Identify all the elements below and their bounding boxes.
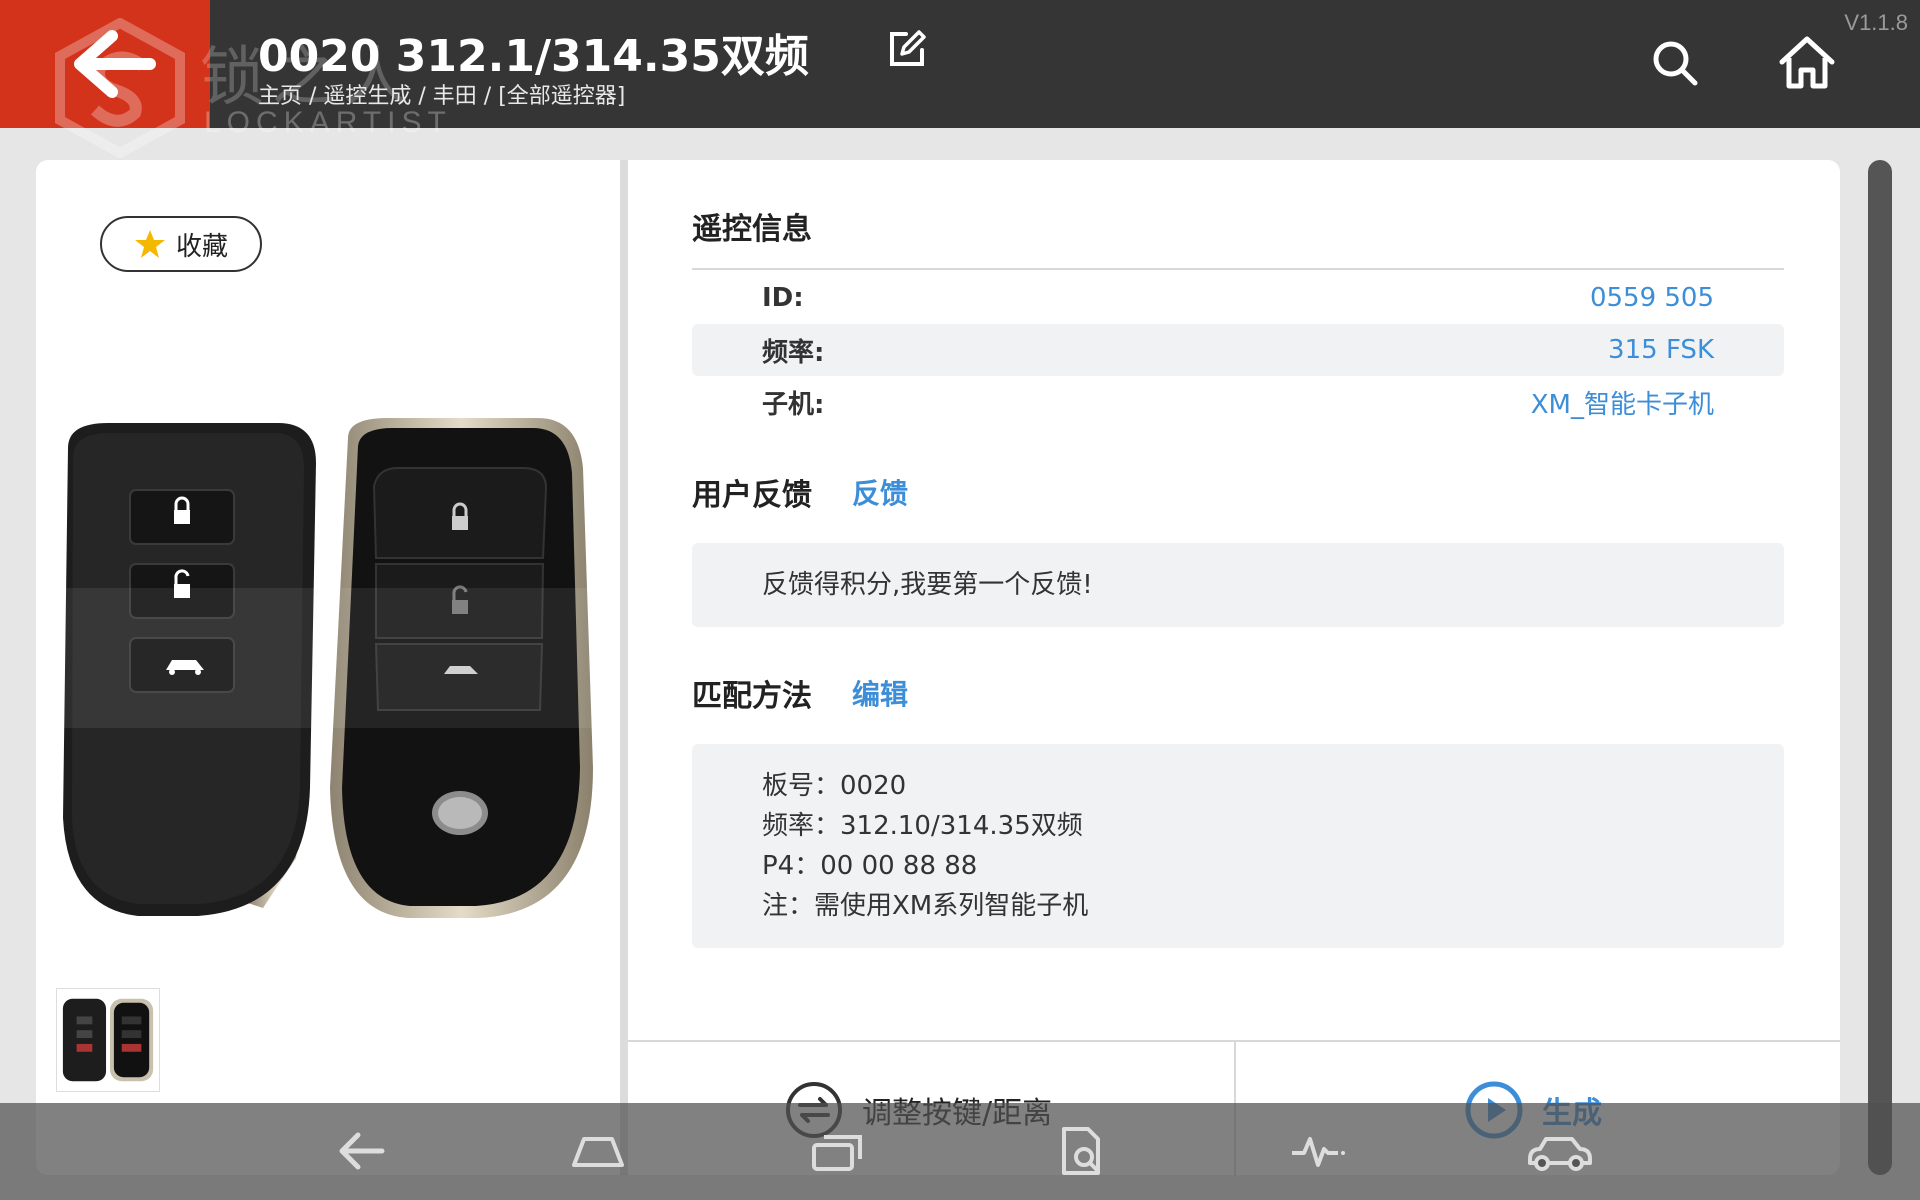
lockartist-watermark-logo bbox=[55, 18, 185, 158]
method-line: 频率：312.10/314.35双频 bbox=[762, 811, 1083, 841]
home-icon[interactable] bbox=[1778, 34, 1836, 90]
remote-key-image bbox=[48, 388, 608, 948]
panel-divider bbox=[620, 160, 628, 1175]
version-label: V1.1.8 bbox=[1844, 10, 1908, 35]
nav-waveform-icon[interactable] bbox=[1290, 1125, 1346, 1177]
nav-back-icon[interactable] bbox=[334, 1125, 390, 1177]
breadcrumb: 主页 / 遥控生成 / 丰田 / [全部遥控器] bbox=[258, 84, 626, 109]
remote-info-title: 遥控信息 bbox=[692, 212, 812, 247]
star-icon bbox=[134, 230, 165, 258]
info-row-sub-remote: 子机: XM_智能卡子机 bbox=[692, 376, 1784, 428]
match-method-box: 板号：0020 频率：312.10/314.35双频 P4：00 00 88 8… bbox=[692, 744, 1784, 948]
thumbnail-image[interactable] bbox=[56, 988, 160, 1092]
nav-recents-icon[interactable] bbox=[810, 1125, 866, 1177]
feedback-box[interactable]: 反馈得积分,我要第一个反馈! bbox=[692, 543, 1784, 627]
section-divider bbox=[692, 268, 1784, 270]
remote-details-panel: 遥控信息 ID: 0559 505 频率: 315 FSK 子机: XM_智能卡… bbox=[628, 160, 1840, 1177]
nav-car-icon[interactable] bbox=[1524, 1125, 1594, 1177]
info-label: 频率: bbox=[762, 337, 825, 368]
favorite-button[interactable]: 收藏 bbox=[100, 216, 262, 272]
info-value[interactable]: 0559 505 bbox=[1590, 283, 1714, 313]
search-icon[interactable] bbox=[1650, 38, 1700, 88]
info-label: 子机: bbox=[762, 389, 825, 420]
nav-search-document-icon[interactable] bbox=[1054, 1125, 1110, 1177]
feedback-title: 用户反馈 bbox=[692, 478, 812, 513]
page-title: 0020 312.1/314.35双频 bbox=[258, 31, 809, 82]
scrollbar[interactable] bbox=[1868, 160, 1892, 1175]
method-line: 板号：0020 bbox=[762, 771, 907, 801]
info-value[interactable]: 315 FSK bbox=[1608, 335, 1714, 365]
favorite-label: 收藏 bbox=[175, 231, 228, 262]
feedback-link[interactable]: 反馈 bbox=[852, 472, 908, 512]
nav-home-icon[interactable] bbox=[570, 1125, 626, 1177]
feedback-text: 反馈得积分,我要第一个反馈! bbox=[762, 570, 1093, 600]
system-nav-bar bbox=[0, 1103, 1920, 1200]
match-method-title: 匹配方法 bbox=[692, 679, 812, 714]
watermark-text-en: LOCKARTIST bbox=[204, 106, 452, 139]
remote-image-panel: 收藏 bbox=[36, 160, 620, 1175]
method-line: 注：需使用XM系列智能子机 bbox=[762, 891, 1089, 921]
method-line: P4：00 00 88 88 bbox=[762, 851, 978, 881]
info-row-frequency: 频率: 315 FSK bbox=[692, 324, 1784, 376]
info-label: ID: bbox=[762, 283, 804, 313]
info-row-id: ID: 0559 505 bbox=[692, 272, 1784, 324]
edit-icon[interactable] bbox=[886, 28, 928, 70]
top-bar: 锁之人 LOCKARTIST 0020 312.1/314.35双频 主页 / … bbox=[0, 0, 1920, 158]
edit-method-link[interactable]: 编辑 bbox=[852, 673, 908, 713]
info-value[interactable]: XM_智能卡子机 bbox=[1531, 384, 1714, 421]
